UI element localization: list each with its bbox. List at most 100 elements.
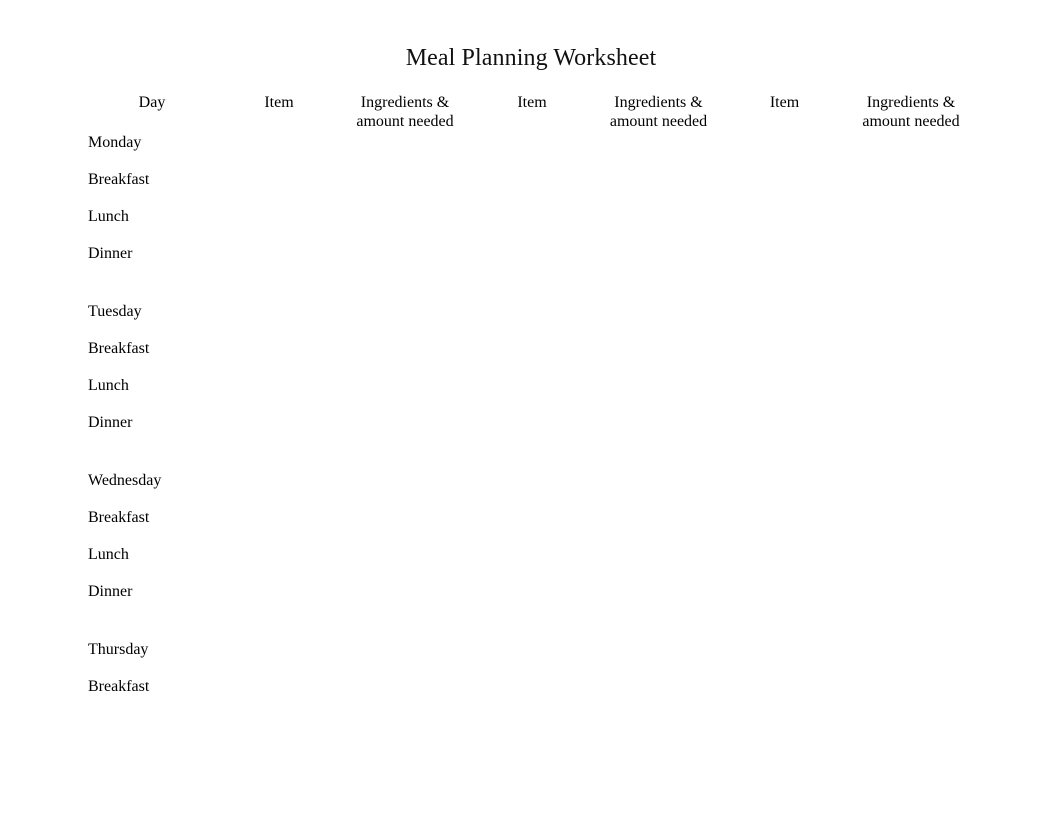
entry-cell-item1[interactable] (216, 583, 342, 620)
day-label: Tuesday (88, 303, 142, 320)
group-spacer-row (88, 282, 974, 303)
entry-cell-ingredients1[interactable] (342, 546, 468, 583)
entry-cell-ingredients3[interactable] (848, 414, 974, 451)
entry-cell-ingredients1[interactable] (342, 414, 468, 451)
entry-cell-item1[interactable] (216, 245, 342, 282)
entry-cell-ingredients3[interactable] (848, 340, 974, 377)
meal-row: Breakfast (88, 171, 974, 208)
empty-cell (216, 134, 342, 171)
empty-cell (468, 472, 596, 509)
entry-cell-ingredients3[interactable] (848, 546, 974, 583)
entry-cell-item1[interactable] (216, 377, 342, 414)
entry-cell-ingredients1[interactable] (342, 377, 468, 414)
empty-cell (596, 641, 721, 678)
day-group-row: Monday (88, 134, 974, 171)
entry-cell-ingredients1[interactable] (342, 245, 468, 282)
meal-row: Breakfast (88, 678, 974, 715)
entry-cell-item2[interactable] (468, 340, 596, 377)
entry-cell-item1[interactable] (216, 208, 342, 245)
entry-cell-item3[interactable] (721, 678, 848, 715)
entry-cell-ingredients3[interactable] (848, 509, 974, 546)
entry-cell-ingredients2[interactable] (596, 340, 721, 377)
entry-cell-ingredients2[interactable] (596, 678, 721, 715)
entry-cell-ingredients2[interactable] (596, 546, 721, 583)
entry-cell-item1[interactable] (216, 678, 342, 715)
spacer-cell (721, 620, 848, 641)
spacer-cell (216, 451, 342, 472)
entry-cell-item3[interactable] (721, 509, 848, 546)
entry-cell-ingredients1[interactable] (342, 340, 468, 377)
page-title: Meal Planning Worksheet (405, 45, 657, 71)
empty-cell (721, 472, 848, 509)
meal-label: Lunch (88, 546, 129, 563)
entry-cell-item2[interactable] (468, 171, 596, 208)
entry-cell-ingredients2[interactable] (596, 414, 721, 451)
meal-row: Breakfast (88, 340, 974, 377)
spacer-cell (596, 451, 721, 472)
entry-cell-ingredients1[interactable] (342, 509, 468, 546)
meal-label: Breakfast (88, 340, 150, 357)
entry-cell-item1[interactable] (216, 171, 342, 208)
empty-cell (848, 472, 974, 509)
entry-cell-ingredients2[interactable] (596, 208, 721, 245)
entry-cell-ingredients3[interactable] (848, 171, 974, 208)
entry-cell-ingredients3[interactable] (848, 377, 974, 414)
entry-cell-item1[interactable] (216, 414, 342, 451)
meal-label: Breakfast (88, 509, 150, 526)
entry-cell-item3[interactable] (721, 208, 848, 245)
entry-cell-item3[interactable] (721, 583, 848, 620)
entry-cell-ingredients1[interactable] (342, 583, 468, 620)
empty-cell (342, 134, 468, 171)
spacer-cell (468, 282, 596, 303)
entry-cell-ingredients1[interactable] (342, 678, 468, 715)
entry-cell-ingredients1[interactable] (342, 171, 468, 208)
spacer-cell (216, 620, 342, 641)
spacer-cell (216, 282, 342, 303)
entry-cell-item3[interactable] (721, 171, 848, 208)
entry-cell-ingredients2[interactable] (596, 509, 721, 546)
entry-cell-ingredients2[interactable] (596, 171, 721, 208)
entry-cell-ingredients3[interactable] (848, 678, 974, 715)
meal-label: Breakfast (88, 171, 150, 188)
day-label: Wednesday (88, 472, 162, 489)
document-page: Meal Planning Worksheet Day Item Ingredi… (0, 0, 1062, 822)
table-header: Day Item Ingredients & amount needed Ite… (88, 94, 974, 134)
table-header-row: Day Item Ingredients & amount needed Ite… (88, 94, 974, 134)
entry-cell-item2[interactable] (468, 583, 596, 620)
entry-cell-item3[interactable] (721, 414, 848, 451)
entry-cell-item2[interactable] (468, 414, 596, 451)
entry-cell-item1[interactable] (216, 509, 342, 546)
entry-cell-item3[interactable] (721, 245, 848, 282)
entry-cell-ingredients2[interactable] (596, 245, 721, 282)
entry-cell-item2[interactable] (468, 546, 596, 583)
day-group-row: Tuesday (88, 303, 974, 340)
entry-cell-item3[interactable] (721, 546, 848, 583)
entry-cell-item3[interactable] (721, 340, 848, 377)
entry-cell-item3[interactable] (721, 377, 848, 414)
empty-cell (468, 134, 596, 171)
entry-cell-ingredients1[interactable] (342, 208, 468, 245)
entry-cell-ingredients3[interactable] (848, 583, 974, 620)
entry-cell-item2[interactable] (468, 245, 596, 282)
empty-cell (468, 303, 596, 340)
entry-cell-item1[interactable] (216, 340, 342, 377)
entry-cell-ingredients3[interactable] (848, 208, 974, 245)
entry-cell-item2[interactable] (468, 377, 596, 414)
entry-cell-item2[interactable] (468, 208, 596, 245)
entry-cell-item2[interactable] (468, 509, 596, 546)
empty-cell (848, 303, 974, 340)
entry-cell-ingredients2[interactable] (596, 583, 721, 620)
column-header-item-1: Item (264, 94, 294, 111)
spacer-cell (342, 451, 468, 472)
spacer-cell (596, 282, 721, 303)
spacer-cell (342, 620, 468, 641)
empty-cell (342, 303, 468, 340)
meal-row: Dinner (88, 414, 974, 451)
entry-cell-ingredients3[interactable] (848, 245, 974, 282)
entry-cell-item1[interactable] (216, 546, 342, 583)
entry-cell-item2[interactable] (468, 678, 596, 715)
meal-row: Lunch (88, 208, 974, 245)
spacer-cell (88, 620, 216, 641)
meal-row: Dinner (88, 245, 974, 282)
entry-cell-ingredients2[interactable] (596, 377, 721, 414)
